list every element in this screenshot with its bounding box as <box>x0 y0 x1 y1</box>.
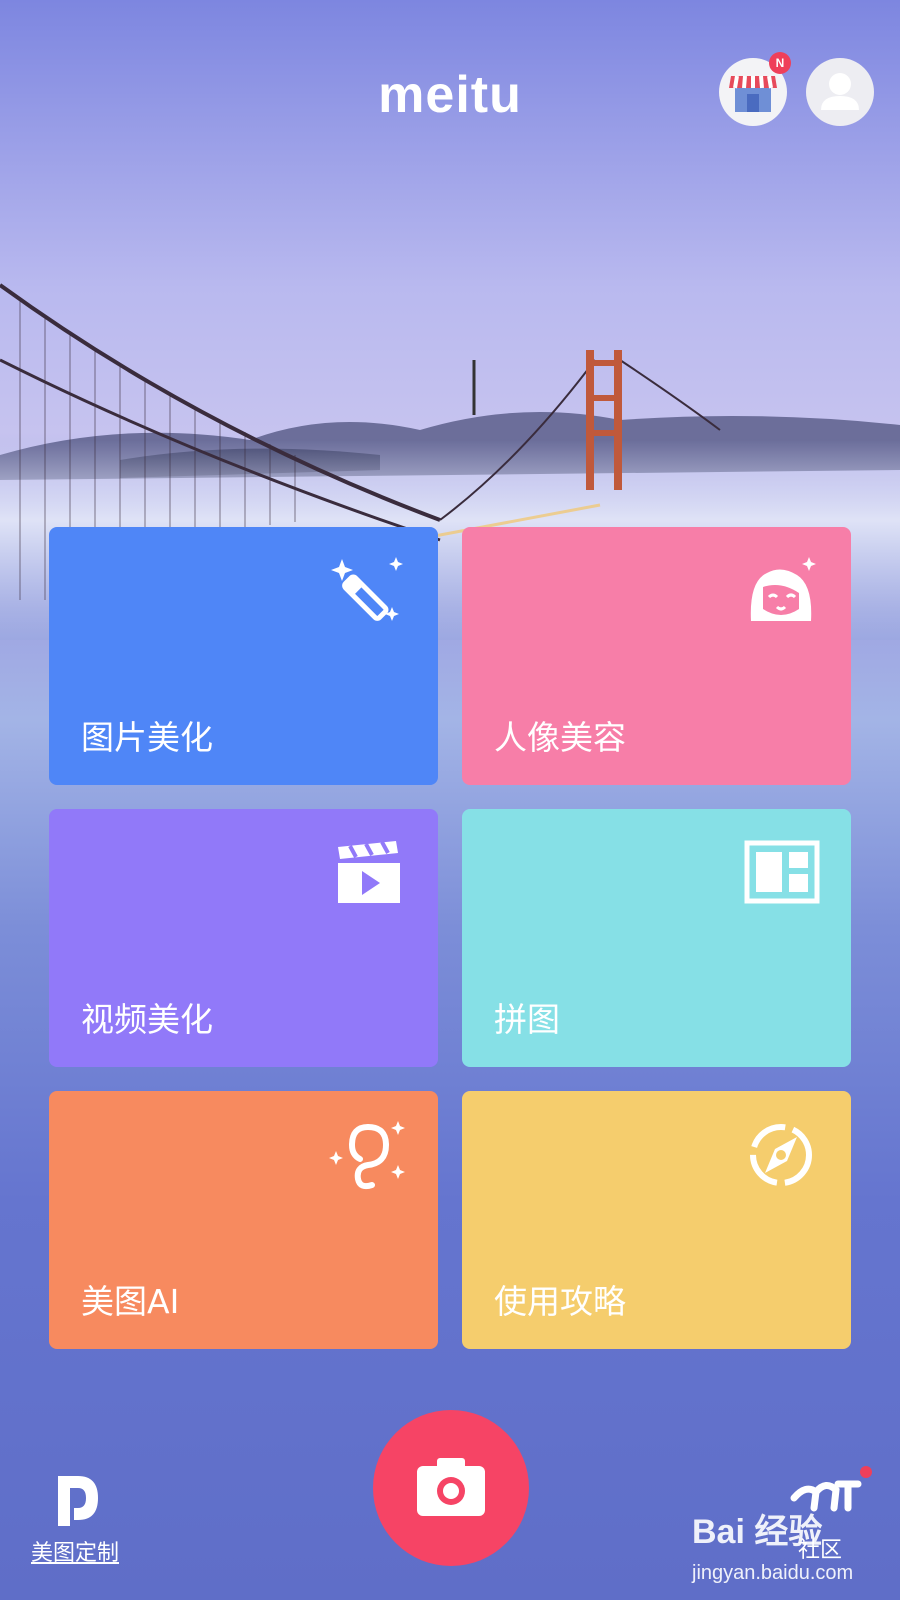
face-sparkle-icon <box>750 557 816 621</box>
meitu-custom-button[interactable]: 美图定制 <box>26 1470 136 1580</box>
tile-label: 图片美化 <box>81 718 213 757</box>
tile-meitu-ai[interactable]: 美图AI <box>49 1091 438 1349</box>
watermark-brand: Bai 经验 <box>692 1513 823 1551</box>
tile-portrait-beauty[interactable]: 人像美容 <box>462 527 851 785</box>
magic-wand-icon <box>331 557 403 621</box>
watermark-url: jingyan.baidu.com <box>692 1562 854 1584</box>
tile-label: 视频美化 <box>81 1000 213 1039</box>
tile-usage-guide[interactable]: 使用攻略 <box>462 1091 851 1349</box>
tile-collage[interactable]: 拼图 <box>462 809 851 1067</box>
collage-icon <box>744 840 820 904</box>
meitu-logo: meitu <box>378 66 522 124</box>
baidu-watermark: Bai 经验 jingyan.baidu.com <box>684 1504 884 1594</box>
tile-photo-beautify[interactable]: 图片美化 <box>49 527 438 785</box>
meitu-custom-label: 美图定制 <box>31 1541 120 1566</box>
store-badge: N <box>769 52 791 74</box>
camera-button[interactable] <box>373 1410 529 1566</box>
camera-icon <box>417 1458 485 1516</box>
user-icon <box>821 73 859 110</box>
custom-d-icon <box>58 1476 98 1526</box>
tile-label: 使用攻略 <box>494 1282 626 1321</box>
tile-label: 人像美容 <box>494 718 626 757</box>
tile-label: 美图AI <box>81 1282 180 1321</box>
tile-label: 拼图 <box>494 1000 560 1039</box>
compass-icon <box>750 1124 812 1186</box>
tile-video-beautify[interactable]: 视频美化 <box>49 809 438 1067</box>
ai-sparkle-icon <box>329 1121 405 1190</box>
profile-button[interactable] <box>806 58 874 126</box>
home-screen: meitu N 图片美化 人像美容 视频美化 拼图 美图AI 使用攻略 美图定制… <box>0 0 900 1600</box>
clapperboard-icon <box>338 841 400 903</box>
